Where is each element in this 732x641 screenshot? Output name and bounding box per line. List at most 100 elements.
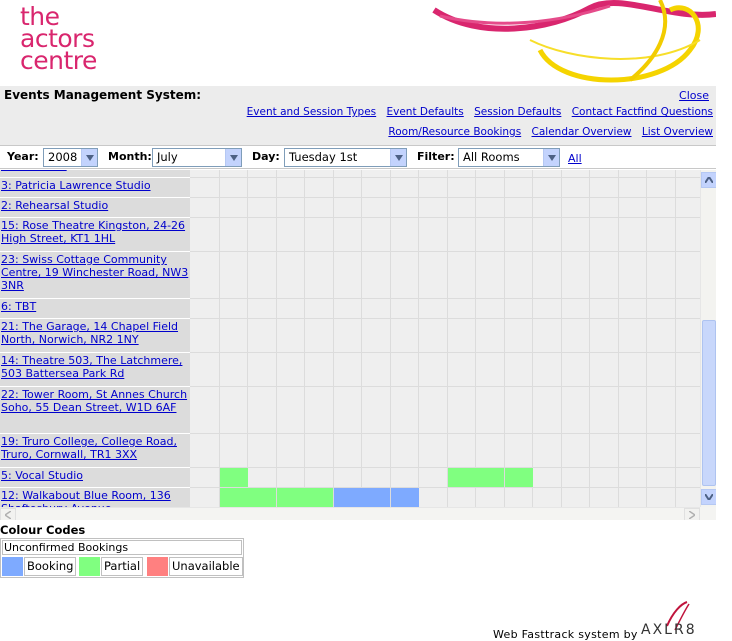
unconfirmed-bookings-label: Unconfirmed Bookings	[2, 540, 242, 555]
partial-booking-cell[interactable]	[476, 468, 504, 487]
close-link[interactable]: Close	[679, 89, 709, 102]
grid-column-divider	[447, 170, 448, 507]
room-row: 23: Swiss Cottage Community Centre, 19 W…	[0, 252, 190, 299]
room-row: 3: Patricia Lawrence Studio	[0, 178, 190, 198]
chevron-down-icon	[81, 149, 97, 166]
room-filter-select[interactable]: All Rooms	[458, 148, 560, 167]
room-row: 5: Vocal Studio	[0, 468, 190, 488]
month-select[interactable]: July	[152, 148, 242, 167]
header: the actors centre	[0, 0, 716, 86]
unavailable-swatch	[147, 557, 168, 576]
partial-booking-cell[interactable]	[448, 468, 476, 487]
grid-row-divider	[190, 298, 700, 299]
partial-swatch	[79, 557, 100, 576]
booking-booking-cell[interactable]	[391, 488, 419, 507]
horizontal-scrollbar[interactable]	[0, 507, 700, 520]
partial-booking-cell[interactable]	[277, 488, 305, 507]
grid-row-divider	[190, 197, 700, 198]
partial-booking-cell[interactable]	[220, 468, 248, 487]
booking-booking-cell[interactable]	[362, 488, 390, 507]
timeslot-grid	[190, 170, 700, 507]
room-link[interactable]: 3: Patricia Lawrence Studio	[1, 179, 151, 192]
logo-line-3: centre	[20, 46, 97, 75]
room-row: 15: Rose Theatre Kingston, 24-26 High St…	[0, 218, 190, 252]
room-link[interactable]: 12: Walkabout Blue Room, 136 Shaftesbury…	[1, 489, 171, 507]
nav-room-resource-bookings[interactable]: Room/Resource Bookings	[388, 126, 521, 138]
actors-centre-logo: the actors centre	[20, 4, 97, 75]
grid-row-divider	[190, 433, 700, 434]
scroll-left-button[interactable]	[0, 508, 16, 520]
room-link[interactable]: 22: Tower Room, St Annes Church Soho, 55…	[1, 388, 187, 414]
footer: Web Fasttrack system by AXLR8	[493, 600, 718, 641]
partial-booking-cell[interactable]	[505, 468, 533, 487]
room-filter-select-value: All Rooms	[463, 150, 520, 164]
chevron-up-icon	[705, 177, 713, 183]
booking-swatch	[2, 557, 23, 576]
title-bar: Events Management System: Close Event an…	[0, 86, 716, 145]
room-link[interactable]: 15: Rose Theatre Kingston, 24-26 High St…	[1, 219, 185, 245]
room-link[interactable]: 2: Rehearsal Studio	[1, 199, 108, 212]
scrollbar-corner	[700, 507, 716, 520]
chevron-down-icon	[390, 149, 406, 166]
room-row: 14: Theatre 503, The Latchmere, 503 Batt…	[0, 353, 190, 387]
nav-row-1: Event and Session Types Event Defaults S…	[240, 106, 713, 118]
all-rooms-link[interactable]: All	[568, 152, 582, 165]
day-label: Day:	[252, 150, 280, 163]
room-row: 21: The Garage, 14 Chapel Field North, N…	[0, 319, 190, 353]
year-select[interactable]: 2008	[43, 148, 98, 167]
unavailable-legend-label: Unavailable	[169, 557, 243, 576]
nav-list-overview[interactable]: List Overview	[642, 126, 713, 138]
grid-row-divider	[190, 251, 700, 252]
grid-row-divider	[190, 318, 700, 319]
grid-column-divider	[361, 170, 362, 507]
partial-booking-cell[interactable]	[220, 488, 248, 507]
room-link[interactable]: 6: TBT	[1, 300, 36, 313]
chevron-down-icon	[225, 149, 241, 166]
nav-session-defaults[interactable]: Session Defaults	[474, 106, 561, 118]
filter-label: Filter:	[417, 150, 455, 163]
footer-brand: AXLR8	[641, 622, 697, 638]
grid-column-divider	[475, 170, 476, 507]
app-title: Events Management System:	[4, 88, 202, 102]
room-row: 19: Truro College, College Road, Truro, …	[0, 434, 190, 468]
grid-row-divider	[190, 386, 700, 387]
room-link[interactable]: 23: Swiss Cottage Community Centre, 19 W…	[1, 253, 188, 292]
room-link[interactable]: 14: Theatre 503, The Latchmere, 503 Batt…	[1, 354, 182, 380]
grid-column-divider	[561, 170, 562, 507]
partial-legend-label: Partial	[101, 557, 144, 576]
header-swoosh-graphic	[432, 0, 716, 83]
grid-column-divider	[675, 170, 676, 507]
room-booking-grid: hill, N6 5HG 3: Patricia Lawrence Studio 2…	[0, 170, 716, 520]
room-link[interactable]: 21: The Garage, 14 Chapel Field North, N…	[1, 320, 178, 346]
room-link[interactable]: 5: Vocal Studio	[1, 469, 83, 482]
room-link[interactable]: hill, N6 5HG	[1, 170, 67, 172]
scroll-up-button[interactable]	[701, 172, 716, 188]
nav-contact-factfind-questions[interactable]: Contact Factfind Questions	[572, 106, 713, 118]
vertical-scroll-thumb[interactable]	[702, 320, 716, 486]
scroll-down-button[interactable]	[701, 489, 716, 505]
room-row: 2: Rehearsal Studio	[0, 198, 190, 218]
partial-booking-cell[interactable]	[248, 488, 276, 507]
chevron-down-icon	[705, 494, 713, 500]
grid-column-divider	[247, 170, 248, 507]
scroll-right-button[interactable]	[684, 508, 700, 520]
room-row: 22: Tower Room, St Annes Church Soho, 55…	[0, 387, 190, 434]
booking-booking-cell[interactable]	[334, 488, 362, 507]
nav-calendar-overview[interactable]: Calendar Overview	[532, 126, 632, 138]
partial-booking-cell[interactable]	[305, 488, 333, 507]
room-link[interactable]: 19: Truro College, College Road, Truro, …	[1, 435, 177, 461]
day-select[interactable]: Tuesday 1st	[284, 148, 407, 167]
vertical-scrollbar[interactable]	[700, 170, 716, 507]
grid-column-divider	[504, 170, 505, 507]
grid-column-divider	[646, 170, 647, 507]
grid-column-divider	[304, 170, 305, 507]
chevron-down-icon	[543, 149, 559, 166]
grid-column-divider	[333, 170, 334, 507]
grid-row-divider	[190, 467, 700, 468]
grid-row-divider	[190, 177, 700, 178]
nav-event-session-types[interactable]: Event and Session Types	[247, 106, 377, 118]
nav-event-defaults[interactable]: Event Defaults	[387, 106, 464, 118]
year-select-value: 2008	[48, 150, 78, 164]
grid-row-divider	[190, 352, 700, 353]
nav-row-2: Room/Resource Bookings Calendar Overview…	[381, 126, 713, 138]
